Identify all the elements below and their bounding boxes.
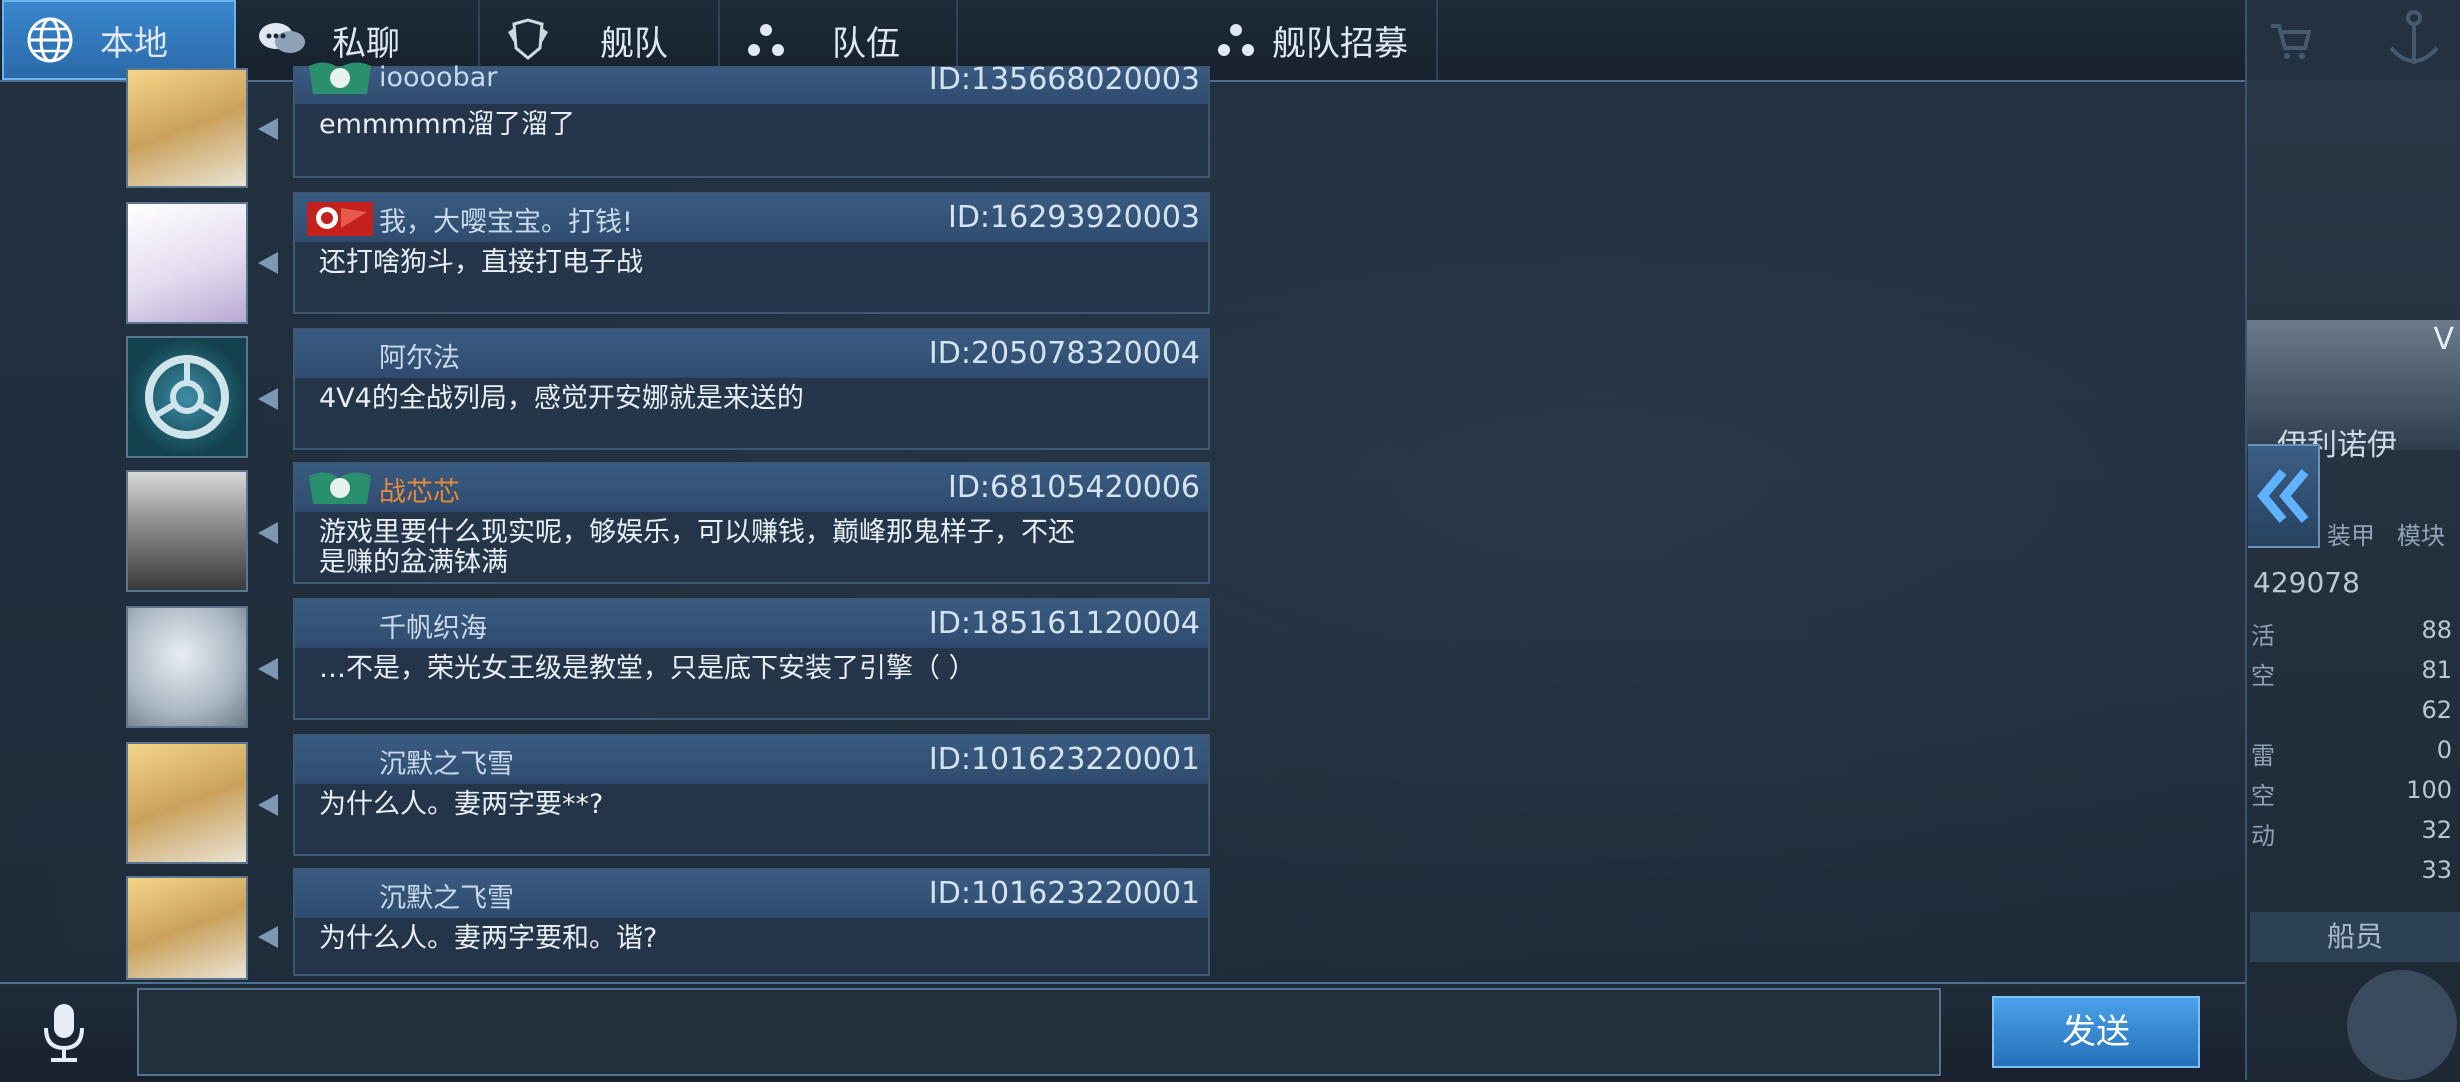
captain-avatar[interactable] <box>2347 970 2457 1080</box>
avatar[interactable] <box>126 336 248 458</box>
avatar[interactable] <box>126 202 248 324</box>
tab-module[interactable]: 模块 <box>2397 516 2445 551</box>
shop-cart-icon[interactable] <box>2267 18 2313 64</box>
voice-input-button[interactable] <box>28 996 100 1068</box>
globe-icon <box>22 12 78 68</box>
side-top-bar <box>2247 0 2460 80</box>
avatar[interactable] <box>126 470 248 592</box>
tab-label: 舰队 <box>600 23 668 64</box>
tab-label: 舰队招募 <box>1272 23 1408 64</box>
sender-id: ID:68105420006 <box>947 470 1200 505</box>
fleet-badge-icon <box>309 472 371 504</box>
message-bubble: 战芯芯 ID:68105420006 游戏里要什么现实呢，够娱乐，可以赚钱，巅峰… <box>293 462 1210 584</box>
bubble-pointer <box>258 252 278 274</box>
message-header: 阿尔法 ID:205078320004 <box>295 330 1208 378</box>
sender-id: ID:205078320004 <box>928 336 1200 371</box>
message-bubble: 千帆织海 ID:185161120004 …不是，荣光女王级是教堂，只是底下安装… <box>293 598 1210 720</box>
chat-bubbles-icon <box>254 12 310 68</box>
message-bubble: 阿尔法 ID:205078320004 4V4的全战列局，感觉开安娜就是来送的 <box>293 328 1210 450</box>
sender-name[interactable]: 沉默之飞雪 <box>379 876 514 915</box>
avatar[interactable] <box>126 68 248 188</box>
message-text: …不是，荣光女王级是教堂，只是底下安装了引擎（ ） <box>319 653 976 684</box>
sender-id: ID:185161120004 <box>928 606 1200 641</box>
stat-row: 活 88 <box>2251 616 2452 650</box>
stat-row: 空 100 <box>2251 776 2452 810</box>
message-header: 战芯芯 ID:68105420006 <box>295 464 1208 512</box>
message-bubble: 我，大嘤宝宝。打钱! ID:16293920003 还打啥狗斗，直接打电子战 <box>293 192 1210 314</box>
message-text: 游戏里要什么现实呢，够娱乐，可以赚钱，巅峰那鬼样子，不还 <box>319 517 1075 548</box>
double-chevron-left-icon <box>2257 469 2309 523</box>
sender-id: ID:101623220001 <box>928 876 1200 911</box>
sender-id: ID:101623220001 <box>928 742 1200 777</box>
tier-label: V <box>2433 322 2454 357</box>
message-text: emmmmm溜了溜了 <box>319 109 576 140</box>
avatar[interactable] <box>126 876 248 980</box>
tab-label: 本地 <box>100 23 168 64</box>
collapse-chat-button[interactable] <box>2248 444 2320 548</box>
bubble-pointer <box>258 794 278 816</box>
stat-row: 雷0 <box>2251 736 2452 770</box>
message-header: ioooobar ID:135668020003 <box>295 62 1208 104</box>
message-text: 为什么人。妻两字要和。谐? <box>319 923 658 954</box>
sender-id: ID:16293920003 <box>947 200 1200 235</box>
bubble-pointer <box>258 658 278 680</box>
message-text: 还打啥狗斗，直接打电子战 <box>319 247 643 278</box>
send-button[interactable]: 发送 <box>1992 996 2200 1068</box>
bubble-pointer <box>258 522 278 544</box>
sender-name[interactable]: ioooobar <box>379 62 497 93</box>
fleet-emblem-icon <box>500 12 556 68</box>
sender-id: ID:135668020003 <box>928 62 1200 97</box>
fleet-badge-icon <box>309 62 371 94</box>
message-bubble: ioooobar ID:135668020003 emmmmm溜了溜了 <box>293 62 1210 178</box>
message-header: 沉默之飞雪 ID:101623220001 <box>295 870 1208 918</box>
message-header: 我，大嘤宝宝。打钱! ID:16293920003 <box>295 194 1208 242</box>
team-dots-icon <box>738 12 794 68</box>
crew-button[interactable]: 船员 <box>2250 912 2460 962</box>
stat-row: 动 32 <box>2251 816 2452 850</box>
chat-input[interactable] <box>137 988 1941 1076</box>
avatar[interactable] <box>126 606 248 728</box>
stat-row: 33 <box>2421 856 2452 884</box>
sender-name[interactable]: 我，大嘤宝宝。打钱! <box>379 200 633 239</box>
microphone-icon <box>44 1004 84 1062</box>
stat-row: 空 81 <box>2251 656 2452 690</box>
stat-row: 62 <box>2421 696 2452 724</box>
message-text: 是赚的盆满钵满 <box>319 547 508 578</box>
sender-name[interactable]: 沉默之飞雪 <box>379 742 514 781</box>
message-bubble: 沉默之飞雪 ID:101623220001 为什么人。妻两字要和。谐? <box>293 868 1210 976</box>
sender-name[interactable]: 战芯芯 <box>379 470 460 509</box>
message-header: 千帆织海 ID:185161120004 <box>295 600 1208 648</box>
tab-armor[interactable]: 装甲 <box>2327 516 2375 551</box>
sender-name[interactable]: 阿尔法 <box>379 336 460 375</box>
anchor-icon[interactable] <box>2381 8 2447 72</box>
message-bubble: 沉默之飞雪 ID:101623220001 为什么人。妻两字要**? <box>293 734 1210 856</box>
sender-name[interactable]: 千帆织海 <box>379 606 487 645</box>
message-header: 沉默之飞雪 ID:101623220001 <box>295 736 1208 784</box>
bubble-pointer <box>258 118 278 140</box>
avatar[interactable] <box>126 742 248 864</box>
bubble-pointer <box>258 926 278 948</box>
helm-emblem-icon <box>145 355 229 439</box>
message-text: 为什么人。妻两字要**? <box>319 789 604 820</box>
fleet-badge-icon <box>307 202 373 236</box>
ship-number: 429078 <box>2253 566 2360 599</box>
tab-label: 队伍 <box>832 23 900 64</box>
message-text: 4V4的全战列局，感觉开安娜就是来送的 <box>319 383 804 414</box>
chat-input-bar: 发送 <box>0 982 2245 1082</box>
bubble-pointer <box>258 388 278 410</box>
recruit-dots-icon <box>1208 12 1264 68</box>
